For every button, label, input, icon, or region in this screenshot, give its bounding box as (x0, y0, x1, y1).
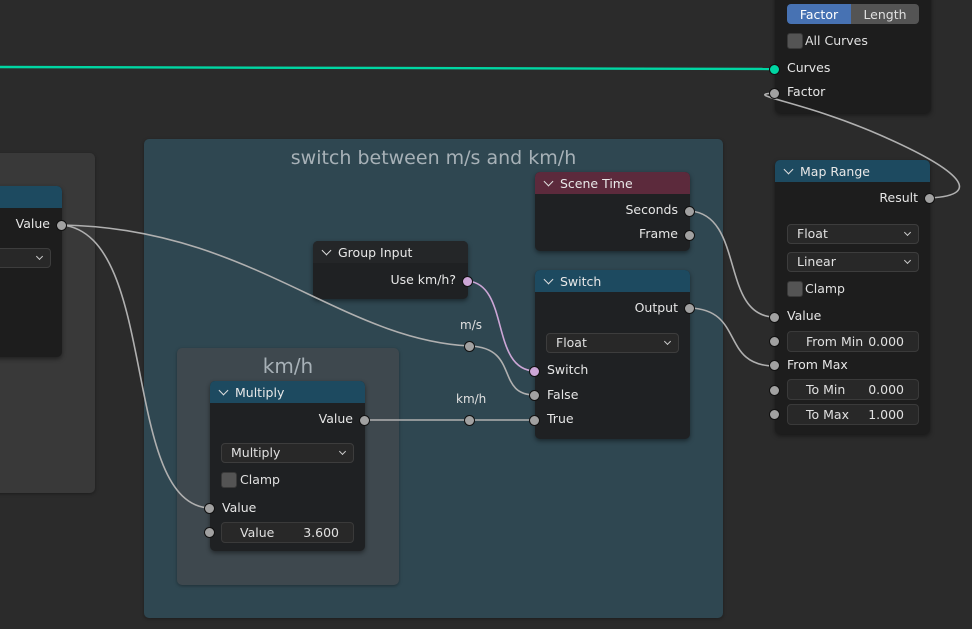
node-left-header[interactable] (0, 186, 62, 208)
multiply-output-socket[interactable] (359, 415, 370, 426)
to-max-value: 1.000 (868, 407, 904, 422)
group-input-title: Group Input (338, 244, 413, 260)
frame-title-kmh: km/h (262, 354, 314, 378)
reroute-kmh[interactable] (464, 415, 475, 426)
chevron-down-icon (338, 447, 347, 456)
collapse-chevron-icon[interactable] (543, 274, 554, 284)
from-min-label: From Min (806, 334, 864, 349)
node-curve-sample[interactable]: Factor Length All Curves Curves Factor (775, 0, 931, 113)
clamp-label: Clamp (805, 281, 845, 296)
to-min-socket[interactable] (769, 385, 780, 396)
to-min-value: 0.000 (868, 382, 904, 397)
interpolation-value: Linear (797, 254, 836, 269)
multiply-header[interactable]: Multiply (210, 381, 365, 403)
true-input-label: True (547, 411, 574, 426)
mode-length-button[interactable]: Length (851, 4, 919, 24)
multiply-clamp-checkbox[interactable] (221, 472, 237, 488)
multiply-output-label: Value (318, 411, 353, 426)
use-kmh-output-label: Use km/h? (390, 272, 456, 287)
to-min-label: To Min (806, 382, 846, 397)
result-output-label: Result (879, 190, 918, 205)
curves-input-socket[interactable] (769, 64, 780, 75)
multiply-value-input-label: Value (222, 500, 257, 515)
factor-input-socket[interactable] (769, 88, 780, 99)
data-type-dropdown[interactable]: Float (787, 224, 919, 244)
collapse-chevron-icon[interactable] (543, 176, 554, 186)
node-group-input[interactable]: Group Input Use km/h? (313, 241, 468, 299)
collapse-chevron-icon[interactable] (321, 245, 332, 255)
from-max-socket[interactable] (769, 360, 780, 371)
from-max-input-label: From Max (787, 357, 848, 372)
switch-output-socket[interactable] (684, 303, 695, 314)
scene-time-title: Scene Time (560, 175, 633, 191)
to-max-socket[interactable] (769, 409, 780, 420)
scene-time-header[interactable]: Scene Time (535, 172, 690, 194)
map-value-socket[interactable] (769, 312, 780, 323)
from-min-socket[interactable] (769, 336, 780, 347)
switch-input-label: Switch (547, 362, 589, 377)
switch-input-socket[interactable] (529, 366, 540, 377)
node-left-partial[interactable]: Value (0, 186, 62, 357)
chevron-down-icon (663, 337, 672, 346)
seconds-output-label: Seconds (625, 202, 678, 217)
switch-header[interactable]: Switch (535, 270, 690, 292)
map-range-title: Map Range (800, 163, 870, 179)
factor-input-label: Factor (787, 84, 826, 99)
multiply-field-label: Value (240, 525, 275, 540)
all-curves-label: All Curves (805, 33, 868, 48)
result-output-socket[interactable] (924, 193, 935, 204)
left-node-dropdown[interactable] (0, 248, 51, 268)
false-input-socket[interactable] (529, 390, 540, 401)
multiply-value-input-socket[interactable] (204, 503, 215, 514)
node-scene-time[interactable]: Scene Time Seconds Frame (535, 172, 690, 251)
seconds-output-socket[interactable] (684, 206, 695, 217)
from-min-field[interactable]: From Min 0.000 (787, 331, 919, 352)
chevron-down-icon (35, 252, 44, 261)
group-input-header[interactable]: Group Input (313, 241, 468, 263)
link-curves (0, 65, 776, 71)
operation-dropdown[interactable]: Multiply (221, 443, 354, 463)
switch-type-value: Float (556, 335, 587, 350)
multiply-value-field[interactable]: Value 3.600 (221, 522, 354, 543)
all-curves-checkbox[interactable] (787, 33, 803, 49)
true-input-socket[interactable] (529, 415, 540, 426)
reroute-label-kmh: km/h (456, 392, 487, 406)
value-input-label: Value (787, 308, 822, 323)
mode-toggle[interactable]: Factor Length (787, 4, 919, 24)
node-multiply[interactable]: Multiply Value Multiply Clamp Value Valu… (210, 381, 365, 551)
node-switch[interactable]: Switch Output Float Switch False True (535, 270, 690, 439)
reroute-label-ms: m/s (460, 318, 482, 332)
switch-title: Switch (560, 273, 602, 289)
frame-output-socket[interactable] (684, 230, 695, 241)
use-kmh-output-socket[interactable] (462, 276, 473, 287)
frame-output-label: Frame (639, 226, 678, 241)
reroute-ms[interactable] (464, 341, 475, 352)
multiply-title: Multiply (235, 384, 285, 400)
frame-title: switch between m/s and km/h (290, 147, 577, 169)
clamp-checkbox[interactable] (787, 281, 803, 297)
data-type-value: Float (797, 226, 828, 241)
multiply-field-value: 3.600 (303, 525, 339, 540)
to-min-field[interactable]: To Min 0.000 (787, 379, 919, 400)
switch-type-dropdown[interactable]: Float (546, 333, 679, 353)
collapse-chevron-icon[interactable] (218, 385, 229, 395)
multiply-field-socket[interactable] (204, 527, 215, 538)
mode-factor-button[interactable]: Factor (787, 4, 851, 24)
false-input-label: False (547, 387, 579, 402)
to-max-field[interactable]: To Max 1.000 (787, 404, 919, 425)
switch-output-label: Output (634, 300, 678, 315)
operation-value: Multiply (231, 445, 281, 460)
to-max-label: To Max (806, 407, 849, 422)
curves-input-label: Curves (787, 60, 831, 75)
left-node-value-socket[interactable] (56, 220, 67, 231)
multiply-clamp-label: Clamp (240, 472, 280, 487)
chevron-down-icon (903, 228, 912, 237)
node-map-range[interactable]: Map Range Result Float Linear Clamp Valu… (775, 160, 930, 434)
interpolation-dropdown[interactable]: Linear (787, 252, 919, 272)
left-node-output-label: Value (15, 216, 50, 231)
collapse-chevron-icon[interactable] (783, 164, 794, 174)
chevron-down-icon (903, 256, 912, 265)
map-range-header[interactable]: Map Range (775, 160, 930, 182)
from-min-value: 0.000 (868, 334, 904, 349)
